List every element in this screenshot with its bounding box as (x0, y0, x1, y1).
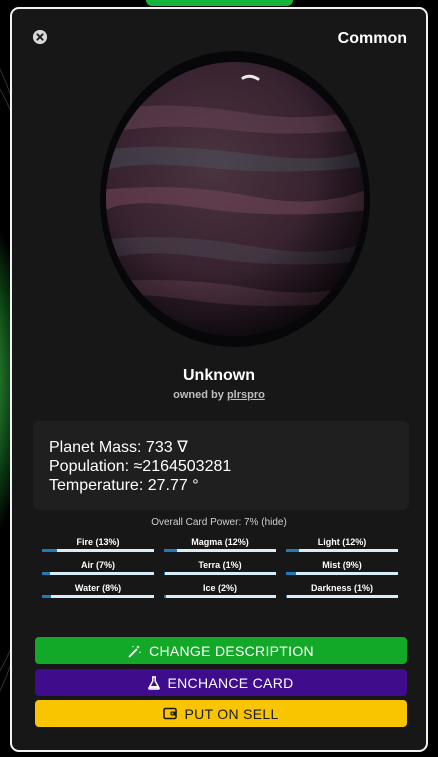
card-power: Overall Card Power: 7% (hide) (12, 517, 426, 528)
element-track (286, 572, 398, 575)
element-track (42, 549, 154, 552)
element-track (42, 572, 154, 575)
element-fill (42, 595, 51, 598)
element-fill (164, 595, 167, 598)
background-button (146, 0, 293, 6)
element-fire: Fire (13%) (42, 537, 154, 553)
put-on-sell-button[interactable]: PUT ON SELL (35, 700, 407, 727)
element-label: Ice (2%) (202, 583, 237, 593)
element-fill (164, 572, 166, 575)
element-track (164, 595, 276, 598)
owner-link[interactable]: plrspro (227, 389, 265, 401)
element-track (164, 549, 276, 552)
owner-prefix: owned by (173, 389, 227, 401)
stat-planet-mass: Planet Mass: 733 ∇ (49, 439, 188, 456)
element-label: Water (8%) (74, 583, 122, 593)
planet-stats: Planet Mass: 733 ∇ Population: ≈21645032… (33, 421, 409, 510)
element-darkness: Darkness (1%) (286, 583, 398, 599)
change-description-label: CHANGE DESCRIPTION (149, 642, 314, 659)
card-power-text: Overall Card Power: 7% (151, 517, 262, 528)
element-fill (42, 549, 57, 552)
element-label: Darkness (1%) (310, 583, 374, 593)
element-light: Light (12%) (286, 537, 398, 553)
element-magma: Magma (12%) (164, 537, 276, 553)
element-air: Air (7%) (42, 560, 154, 576)
planet-card-modal: Common Unknown owned by plrspro Planet M… (10, 7, 428, 752)
element-fill (164, 549, 178, 552)
rarity-label: Common (337, 30, 407, 47)
element-track (286, 595, 398, 598)
element-bars: Fire (13%) Magma (12%) Light (12%) Air (… (42, 537, 402, 599)
close-icon (33, 30, 47, 44)
element-mist: Mist (9%) (286, 560, 398, 576)
element-label: Magma (12%) (191, 537, 249, 547)
stat-temperature: Temperature: 27.77 ° (49, 477, 199, 494)
flask-icon (148, 675, 161, 690)
element-fill (42, 572, 50, 575)
element-terra: Terra (1%) (164, 560, 276, 576)
element-fill (286, 572, 297, 575)
planet-name: Unknown (183, 367, 255, 384)
hide-power-link[interactable]: (hide) (261, 517, 287, 528)
planet-image (100, 50, 370, 348)
close-button[interactable] (33, 30, 47, 44)
element-label: Light (12%) (317, 537, 367, 547)
magic-wand-icon (128, 644, 142, 657)
element-label: Air (7%) (80, 560, 115, 570)
change-description-button[interactable]: CHANGE DESCRIPTION (35, 637, 407, 664)
element-ice: Ice (2%) (164, 583, 276, 599)
element-label: Fire (13%) (76, 537, 120, 547)
stat-population: Population: ≈2164503281 (49, 458, 232, 475)
put-on-sell-label: PUT ON SELL (184, 705, 279, 722)
element-track (42, 595, 154, 598)
element-fill (286, 595, 288, 598)
element-track (286, 549, 398, 552)
owner-line: owned by plrspro (12, 389, 426, 401)
element-label: Terra (1%) (198, 560, 242, 570)
element-track (164, 572, 276, 575)
enchance-card-button[interactable]: ENCHANCE CARD (35, 669, 407, 696)
element-fill (286, 549, 300, 552)
element-water: Water (8%) (42, 583, 154, 599)
enchance-card-label: ENCHANCE CARD (167, 674, 294, 691)
element-label: Mist (9%) (322, 560, 362, 570)
wallet-icon (163, 707, 178, 720)
